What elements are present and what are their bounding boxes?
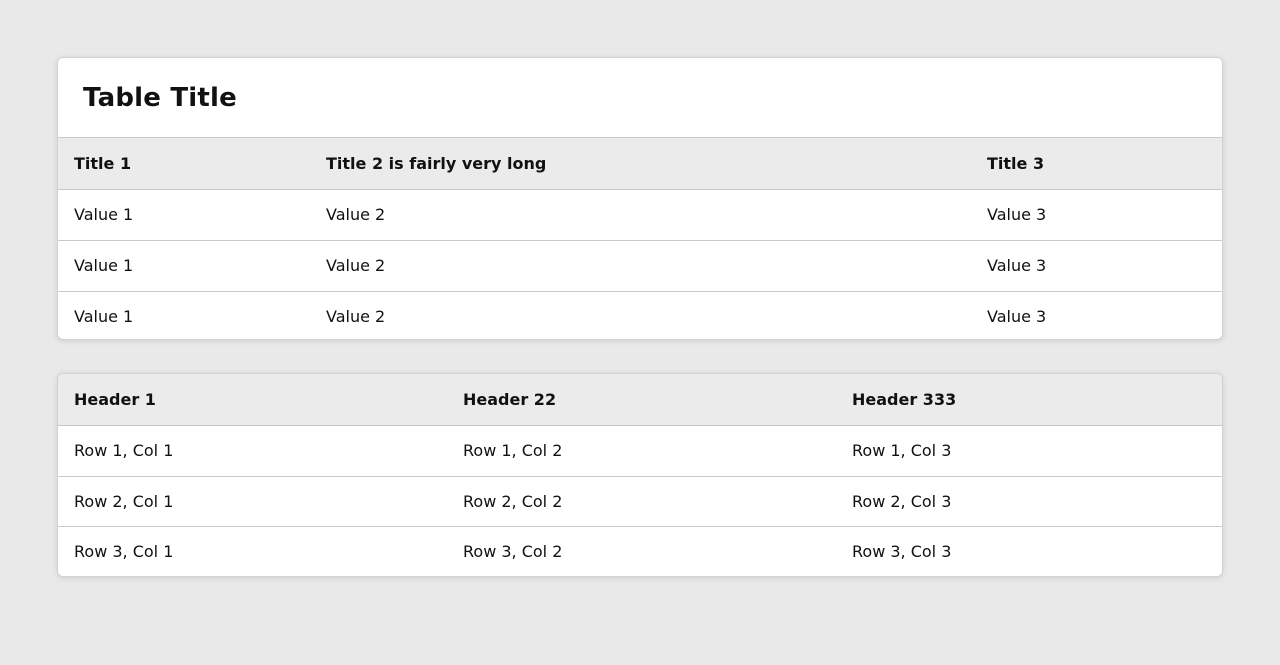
- table-cell: Row 3, Col 1: [74, 541, 174, 561]
- table-cell: Value 2: [326, 205, 386, 224]
- column-header-title-2: Title 2 is fairly very long: [326, 153, 547, 173]
- table-header-row: Title 1 Title 2 is fairly very long Titl…: [58, 138, 1222, 189]
- table-row: Row 3, Col 1 Row 3, Col 2 Row 3, Col 3: [58, 526, 1222, 576]
- table-title: Table Title: [58, 58, 1222, 138]
- data-table-2: Header 1 Header 22 Header 333 Row 1, Col…: [58, 374, 1222, 576]
- table-row: Row 1, Col 1 Row 1, Col 2 Row 1, Col 3: [58, 425, 1222, 476]
- table-row: Value 1 Value 2 Value 3: [58, 189, 1222, 240]
- column-header-1: Header 1: [74, 389, 156, 409]
- table-cell: Value 2: [326, 256, 386, 275]
- table-cell: Value 3: [987, 205, 1047, 224]
- column-header-2: Header 22: [463, 389, 557, 409]
- data-table-1: Title 1 Title 2 is fairly very long Titl…: [58, 138, 1222, 339]
- table-cell: Row 2, Col 1: [74, 491, 174, 511]
- table-card-1: Table Title Title 1 Title 2 is fairly ve…: [57, 57, 1223, 340]
- table-row: Value 1 Value 2 Value 3: [58, 291, 1222, 339]
- table-cell: Value 3: [987, 256, 1047, 275]
- table-cell: Value 3: [987, 306, 1047, 326]
- table-card-2: Header 1 Header 22 Header 333 Row 1, Col…: [57, 373, 1223, 577]
- table-cell: Row 3, Col 2: [463, 541, 563, 561]
- table-cell: Value 1: [74, 256, 134, 275]
- table-cell: Row 2, Col 3: [852, 491, 952, 511]
- table-cell: Row 3, Col 3: [852, 541, 952, 561]
- column-header-title-3: Title 3: [987, 153, 1045, 173]
- table-cell: Row 1, Col 3: [852, 441, 952, 460]
- table-cell: Value 1: [74, 306, 134, 326]
- column-header-title-1: Title 1: [74, 153, 132, 173]
- column-header-3: Header 333: [852, 389, 957, 409]
- table-row: Row 2, Col 1 Row 2, Col 2 Row 2, Col 3: [58, 476, 1222, 526]
- table-cell: Row 1, Col 2: [463, 441, 563, 460]
- table-cell: Value 2: [326, 306, 386, 326]
- table-row: Value 1 Value 2 Value 3: [58, 240, 1222, 291]
- table-cell: Row 2, Col 2: [463, 491, 563, 511]
- table-header-row: Header 1 Header 22 Header 333: [58, 374, 1222, 425]
- table-cell: Value 1: [74, 205, 134, 224]
- table-cell: Row 1, Col 1: [74, 441, 174, 460]
